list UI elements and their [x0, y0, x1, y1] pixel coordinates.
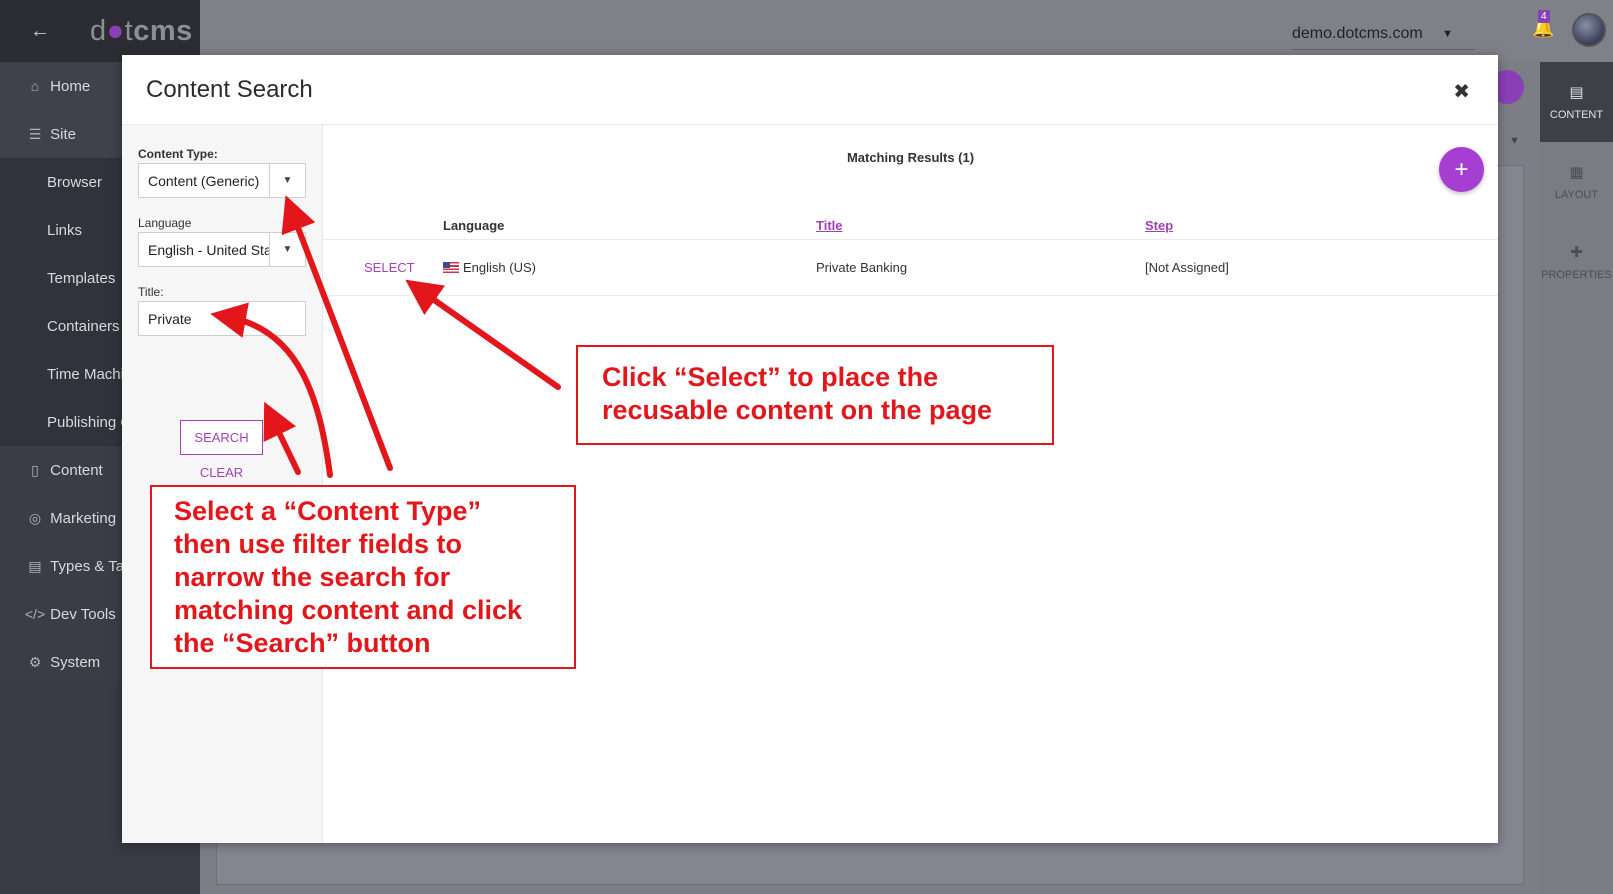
row-divider — [323, 295, 1498, 296]
callout-line: Click “Select” to place the — [602, 362, 939, 392]
search-button[interactable]: SEARCH — [180, 420, 263, 455]
rail-item-layout[interactable]: ▦ LAYOUT — [1540, 142, 1613, 222]
home-icon: ⌂ — [30, 78, 40, 94]
select-link[interactable]: SELECT — [364, 260, 415, 275]
close-icon[interactable]: ✖ — [1453, 79, 1470, 104]
content-type-value: Content (Generic) — [148, 172, 260, 189]
sidebar-item-label: Browser — [47, 173, 103, 191]
rail-item-label: CONTENT — [1549, 109, 1604, 121]
sidebar-item-label: Home — [50, 77, 91, 95]
callout-line: recusable content on the page — [602, 395, 993, 425]
sidebar-item-label: Dev Tools — [50, 605, 116, 623]
sidebar-item-label: Containers — [47, 317, 120, 335]
column-header-title[interactable]: Title — [816, 218, 843, 233]
sidebar-item-label: Site — [50, 125, 77, 143]
search-callout: Select a “Content Type” then use filter … — [150, 485, 576, 669]
folder-icon: ▯ — [31, 461, 39, 478]
plus-icon: ✚ — [1570, 244, 1583, 261]
site-selector-value: demo.dotcms.com — [1292, 24, 1423, 42]
dotcms-logo: d●tcms — [90, 14, 193, 47]
column-header-language: Language — [443, 218, 505, 233]
callout-line: matching content and click — [174, 595, 523, 625]
select-callout: Click “Select” to place the recusable co… — [576, 345, 1054, 445]
row-language: English (US) — [443, 260, 536, 275]
notification-badge: 4 — [1538, 10, 1550, 23]
grid-icon: ▦ — [1569, 164, 1584, 181]
row-divider — [323, 239, 1498, 240]
us-flag-icon — [443, 262, 459, 273]
search-filters-panel: Content Type: Content (Generic) ▼ Langua… — [122, 125, 323, 843]
caret-down-icon[interactable]: ▼ — [1509, 135, 1520, 147]
back-arrow-icon[interactable]: ← — [30, 20, 60, 43]
sidebar-item-label: Time Machi — [47, 365, 124, 383]
code-icon: </> — [24, 606, 46, 622]
right-rail: ▤ CONTENT ▦ LAYOUT ✚ PROPERTIES — [1540, 62, 1613, 894]
callout-line: the “Search” button — [174, 628, 431, 658]
sidebar-item-label: Templates — [47, 269, 116, 287]
content-search-dialog: Content Search ✖ Content Type: Content (… — [122, 55, 1498, 843]
sidebar-item-label: Publishing Q — [47, 413, 133, 431]
sidebar-item-label: Links — [47, 221, 83, 239]
row-step: [Not Assigned] — [1145, 260, 1229, 275]
column-header-step[interactable]: Step — [1145, 218, 1173, 233]
row-title: Private Banking — [816, 260, 908, 275]
rail-item-label: PROPERTIES — [1541, 269, 1612, 281]
language-label: Language — [138, 216, 192, 230]
gear-icon: ⚙ — [28, 653, 42, 670]
chevron-down-icon[interactable]: ▼ — [269, 233, 305, 266]
content-type-label: Content Type: — [138, 147, 218, 161]
add-content-button[interactable]: + — [1439, 147, 1484, 192]
content-type-select[interactable]: Content (Generic) ▼ — [138, 163, 306, 198]
row-language-text: English (US) — [463, 260, 536, 275]
rail-item-label: LAYOUT — [1554, 189, 1599, 201]
sidebar-item-label: Types & Tag — [50, 557, 133, 575]
site-selector[interactable]: demo.dotcms.com ▼ — [1292, 18, 1475, 50]
rail-item-properties[interactable]: ✚ PROPERTIES — [1540, 222, 1613, 302]
results-heading: Matching Results (1) — [846, 150, 975, 165]
sidebar-item-label: Marketing — [50, 509, 117, 527]
sidebar-item-label: System — [50, 653, 101, 671]
language-select[interactable]: English - United States ▼ — [138, 232, 306, 267]
dialog-header: Content Search ✖ — [122, 55, 1498, 125]
sitemap-icon: ☰ — [28, 125, 42, 142]
callout-line: narrow the search for — [174, 562, 451, 592]
avatar[interactable] — [1572, 13, 1606, 47]
chevron-down-icon[interactable]: ▼ — [269, 164, 305, 197]
callout-line: Select a “Content Type” — [174, 496, 482, 526]
plus-icon: + — [1454, 155, 1469, 183]
caret-down-icon: ▼ — [1442, 27, 1453, 40]
target-icon: ◎ — [28, 509, 42, 526]
title-label: Title: — [138, 285, 164, 299]
callout-line: then use filter fields to — [174, 529, 463, 559]
title-input-value: Private — [148, 310, 192, 327]
results-panel: Matching Results (1) + Language Title St… — [323, 125, 1498, 843]
rail-item-content[interactable]: ▤ CONTENT — [1540, 62, 1613, 142]
dialog-title: Content Search — [146, 75, 313, 103]
title-input[interactable]: Private — [138, 301, 306, 336]
document-icon: ▤ — [1569, 84, 1584, 101]
sidebar-item-label: Content — [50, 461, 103, 479]
file-icon: ▤ — [28, 557, 42, 574]
clear-button[interactable]: CLEAR — [180, 465, 263, 480]
logo-bar: ← d●tcms — [0, 0, 200, 62]
